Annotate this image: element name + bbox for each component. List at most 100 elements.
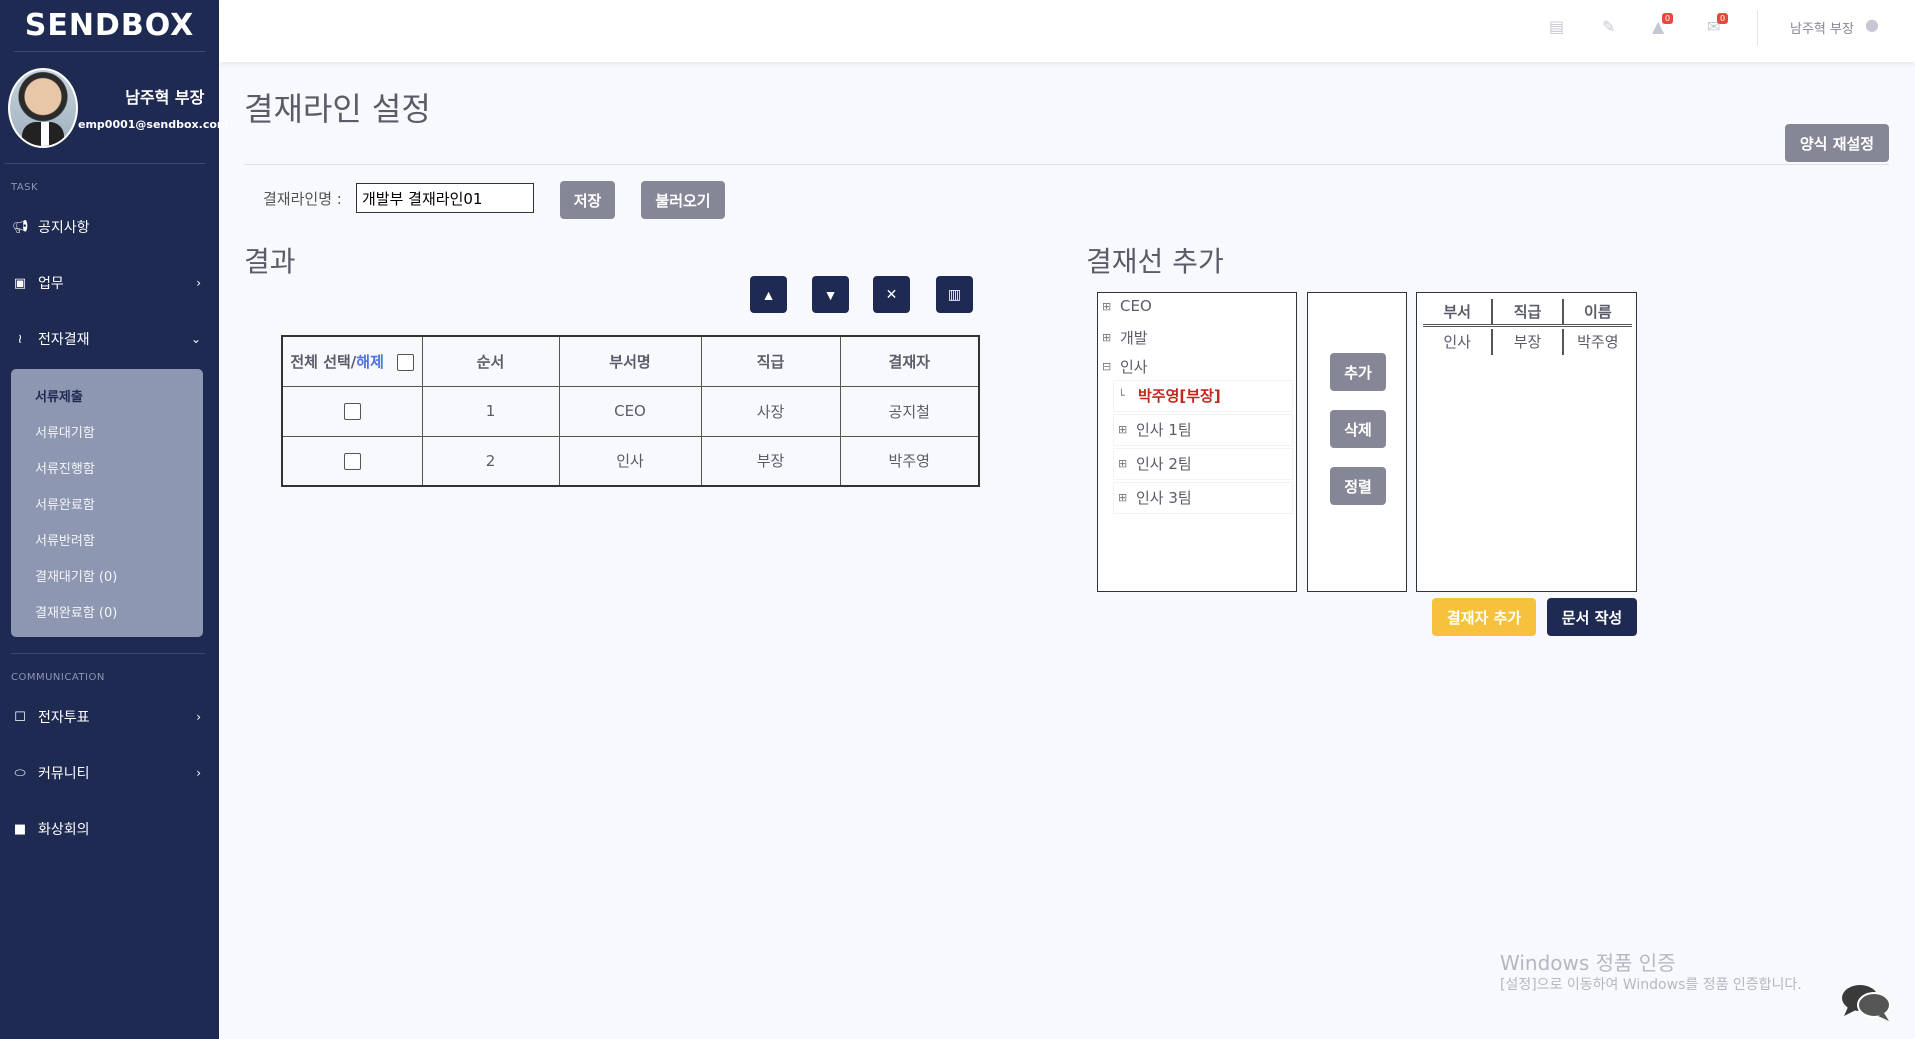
move-up-button[interactable]: ▲ [750,276,787,313]
page-title: 결재라인 설정 [244,90,431,128]
header-dept: 부서명 [558,335,702,387]
caret-down-icon: ▼ [823,286,838,303]
line-name-input[interactable] [356,183,534,213]
nav-work-label: 업무 [38,276,64,292]
topbar: ▤ ✎ ▲ 0 ✉ 0 남주혁 부장 ● [219,0,1915,62]
envelope-icon[interactable]: ✉ 0 [1707,13,1729,36]
header-approver: 결재자 [839,335,980,387]
save-button[interactable]: 저장 [560,181,615,219]
cell-order: 1 [421,385,560,437]
row-checkbox[interactable] [343,403,361,420]
list-header-name: 이름 [1561,299,1632,324]
cell-dept: CEO [558,385,702,437]
windows-activation-title: Windows 정품 인증 [1500,951,1676,975]
nav-community-label: 커뮤니티 [38,766,90,782]
collapse-icon[interactable]: ⊟ [1102,360,1112,373]
gamepad-icon: ⬭ [14,765,26,781]
nav-vote[interactable]: ☐ 전자투표 › [0,689,219,745]
result-table: 전체 선택/해제 순서 부서명 직급 결재자 1 CEO 사장 공지철 2 인사… [281,335,980,487]
delete-all-button[interactable]: ▥ [936,276,973,313]
tree-node-hr[interactable]: ⊟ 인사 [1102,356,1148,377]
cell-dept: 인사 [558,435,702,487]
nav-notice[interactable]: 📢︎ 공지사항 [0,199,219,255]
expand-icon[interactable]: ⊞ [1118,457,1128,470]
list-cell-dept: 인사 [1443,333,1471,351]
sort-button[interactable]: 정렬 [1330,467,1386,505]
tree-node-ceo[interactable]: ⊞ CEO [1102,297,1152,315]
tree-node-label: 개발 [1120,329,1148,347]
approval-submenu: 서류제출 서류대기함 서류진행함 서류완료함 서류반려함 결재대기함 (0) 결… [11,369,203,637]
tree-node-label: 인사 2팀 [1136,455,1192,473]
submenu-approval-waiting[interactable]: 결재대기함 (0) [11,557,203,593]
signature-icon: ≀ [17,331,23,347]
submenu-progress[interactable]: 서류진행함 [11,449,203,485]
tree-node-team1[interactable]: ⊞ 인사 1팀 [1118,419,1192,440]
add-approver-button[interactable]: 결재자 추가 [1432,598,1536,636]
move-down-button[interactable]: ▼ [812,276,849,313]
submenu-rejected[interactable]: 서류반려함 [11,521,203,557]
line-name-label: 결재라인명 : [263,190,342,208]
tree-leaf-label: 박주영[부장] [1138,387,1221,405]
reset-form-button[interactable]: 양식 재설정 [1785,124,1889,162]
tree-node-team3[interactable]: ⊞ 인사 3팀 [1118,487,1192,508]
brand-logo[interactable]: SENDBOX [14,0,205,52]
nav-work[interactable]: ▣ 업무 › [0,255,219,311]
tree-node-dev[interactable]: ⊞ 개발 [1102,327,1148,348]
list-item[interactable]: 인사 부장 박주영 [1423,329,1632,355]
messages-badge: 0 [1717,13,1729,24]
nav-notice-label: 공지사항 [38,220,90,236]
tree-node-label: 인사 3팀 [1136,489,1192,507]
topbar-user-name[interactable]: 남주혁 부장 [1790,18,1854,37]
delete-button[interactable]: 삭제 [1330,410,1386,448]
remove-button[interactable]: ✕ [873,276,910,313]
nav-community[interactable]: ⬭ 커뮤니티 › [0,745,219,801]
expand-icon[interactable]: ⊞ [1102,331,1112,344]
tree-leaf-employee[interactable]: └ 박주영[부장] [1118,385,1221,406]
expand-icon[interactable]: ⊞ [1118,423,1128,436]
title-divider [244,164,1889,165]
briefcase-icon: ▣ [13,275,27,291]
nav-video[interactable]: ■ 화상회의 [0,801,219,857]
tree-node-label: CEO [1120,297,1152,315]
write-document-button[interactable]: 문서 작성 [1547,598,1637,636]
megaphone-icon: 📢︎ [12,219,29,235]
table-row: 1 CEO 사장 공지철 [281,385,980,437]
header-order: 순서 [421,335,560,387]
nav-approval[interactable]: ≀ 전자결재 ⌄ [0,311,219,367]
sidebar: SENDBOX 남주혁 부장 emp0001@sendbox.com TASK … [0,0,228,1039]
expand-icon[interactable]: ⊞ [1102,300,1112,313]
nav-vote-label: 전자투표 [38,710,90,726]
add-button[interactable]: 추가 [1330,353,1386,391]
cell-position: 사장 [700,385,841,437]
list-header-dept: 부서 [1443,303,1471,321]
profile-card: 남주혁 부장 emp0001@sendbox.com [4,52,228,164]
chat-icon[interactable] [1840,982,1892,1022]
tree-branch-icon: └ [1118,389,1125,402]
header-select-all: 전체 선택/해제 [281,335,423,387]
chevron-right-icon: › [196,276,201,290]
submenu-complete[interactable]: 서류완료함 [11,485,203,521]
tree-node-team2[interactable]: ⊞ 인사 2팀 [1118,453,1192,474]
nav-approval-label: 전자결재 [38,332,90,348]
bell-icon[interactable]: ▲ 0 [1652,13,1674,36]
vote-box-icon: ☐ [14,709,26,725]
row-checkbox[interactable] [343,452,361,470]
address-book-icon[interactable]: ▤ [1549,17,1564,36]
video-camera-icon: ■ [13,821,27,837]
submenu-approval-complete[interactable]: 결재완료함 (0) [11,593,203,629]
caret-up-icon: ▲ [761,286,776,303]
cell-approver: 박주영 [839,435,980,487]
load-button[interactable]: 불러오기 [641,181,725,219]
submenu-submit[interactable]: 서류제출 [11,377,203,413]
selected-list-pane: 부서 직급 이름 인사 부장 박주영 [1416,292,1637,592]
chevron-right-icon: › [196,766,201,780]
expand-icon[interactable]: ⊞ [1118,491,1128,504]
submenu-waiting[interactable]: 서류대기함 [11,413,203,449]
select-all-checkbox[interactable] [397,353,415,371]
header-select-label: 전체 선택/ [290,352,357,371]
edit-icon[interactable]: ✎ [1602,17,1615,36]
header-release-label[interactable]: 해제 [356,353,384,371]
user-icon[interactable]: ● [1865,15,1879,34]
cell-approver: 공지철 [839,385,980,437]
section-label-task: TASK [11,182,39,193]
